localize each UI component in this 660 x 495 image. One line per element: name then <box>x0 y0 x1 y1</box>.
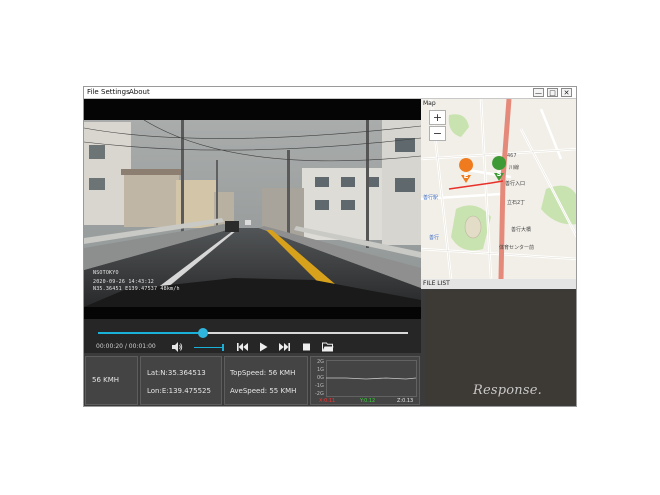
map-title: Map <box>423 100 436 107</box>
zoom-in-button[interactable]: + <box>429 110 446 125</box>
seek-handle[interactable] <box>198 328 209 338</box>
gsensor-x-label: X:0.11 <box>319 398 336 404</box>
speed-summary-panel: TopSpeed: 56 KMH AveSpeed: 55 KMH <box>224 356 308 405</box>
maximize-button[interactable]: □ <box>547 88 558 97</box>
map-label: 川線 <box>509 164 519 171</box>
gsensor-tick: 1G <box>317 367 325 373</box>
seek-bar-fill <box>98 332 204 334</box>
zoom-out-button[interactable]: − <box>429 126 446 141</box>
gsensor-z-label: Z:0.13 <box>397 398 414 404</box>
gsensor-panel: 2G 1G 0G -1G -2G X:0.11 Y:0.12 Z:0.13 <box>310 356 420 405</box>
speed-panel: 56 KMH <box>85 356 138 405</box>
skip-previous-icon[interactable] <box>237 342 248 352</box>
app-window: File Settings About — □ ✕ NSOTOKYO 2020-… <box>83 86 577 407</box>
top-speed-value: TopSpeed: 56 KMH <box>230 369 296 377</box>
stats-bar: 56 KMH Lat:N:35.364513 Lon:E:139.475525 … <box>84 353 421 406</box>
file-list-header: FILE LIST <box>421 279 576 289</box>
watermark-logo: Response. <box>473 383 542 398</box>
longitude-value: Lon:E:139.475525 <box>147 387 211 395</box>
map-label: 体育センター前 <box>499 244 534 251</box>
map-pane[interactable]: 467 川線 善行入口 善行 立石2丁 善行大橋 体育センター前 善行駅 E S… <box>421 99 576 279</box>
gsensor-tick: -2G <box>315 391 324 397</box>
overlay-datetime: 2020-09-26 14:43:12 <box>93 279 154 285</box>
map-label: 善行大橋 <box>511 226 531 233</box>
overlay-brand: NSOTOKYO <box>93 270 119 276</box>
map-label: 善行駅 <box>423 194 438 201</box>
map-label: 善行入口 <box>505 180 525 187</box>
seek-bar[interactable] <box>98 328 408 338</box>
gsensor-graph <box>326 360 417 397</box>
map-label: 善行 <box>429 234 439 241</box>
menu-bar: File Settings About — □ ✕ <box>84 87 576 99</box>
menu-about[interactable]: About <box>129 87 150 98</box>
volume-fill <box>194 347 223 348</box>
gsensor-tick: 0G <box>317 375 325 381</box>
open-folder-icon[interactable] <box>322 342 334 352</box>
map-marker-end-label: E <box>464 172 469 180</box>
overlay-gps: N35.36451 E139.47537 48km/h <box>93 286 180 292</box>
latitude-value: Lat:N:35.364513 <box>147 369 206 377</box>
play-icon[interactable] <box>259 342 268 352</box>
gsensor-trace <box>326 377 417 380</box>
volume-slider[interactable] <box>194 344 224 351</box>
menu-settings[interactable]: Settings <box>101 87 130 98</box>
position-panel: Lat:N:35.364513 Lon:E:139.475525 <box>140 356 222 405</box>
map-label: 467 <box>507 153 517 159</box>
volume-icon[interactable] <box>172 342 183 352</box>
gsensor-y-label: Y:0.12 <box>360 398 376 404</box>
video-view[interactable]: NSOTOKYO 2020-09-26 14:43:12 N35.36451 E… <box>84 99 421 319</box>
average-speed-value: AveSpeed: 55 KMH <box>230 387 297 395</box>
skip-next-icon[interactable] <box>279 342 290 352</box>
player-controls: 00:00:20 / 00:01:00 <box>84 319 421 353</box>
menu-file[interactable]: File <box>87 87 99 98</box>
close-button[interactable]: ✕ <box>561 88 572 97</box>
minimize-button[interactable]: — <box>533 88 544 97</box>
time-display: 00:00:20 / 00:01:00 <box>96 343 156 350</box>
file-list[interactable]: Response. <box>425 290 576 405</box>
speed-value: 56 KMH <box>92 376 120 384</box>
map-label: 立石2丁 <box>507 199 525 206</box>
gsensor-tick: 2G <box>317 359 325 365</box>
stop-icon[interactable] <box>302 342 311 352</box>
volume-handle[interactable] <box>221 344 224 351</box>
gsensor-tick: -1G <box>315 383 324 389</box>
map-marker-start-label: S <box>496 170 501 178</box>
